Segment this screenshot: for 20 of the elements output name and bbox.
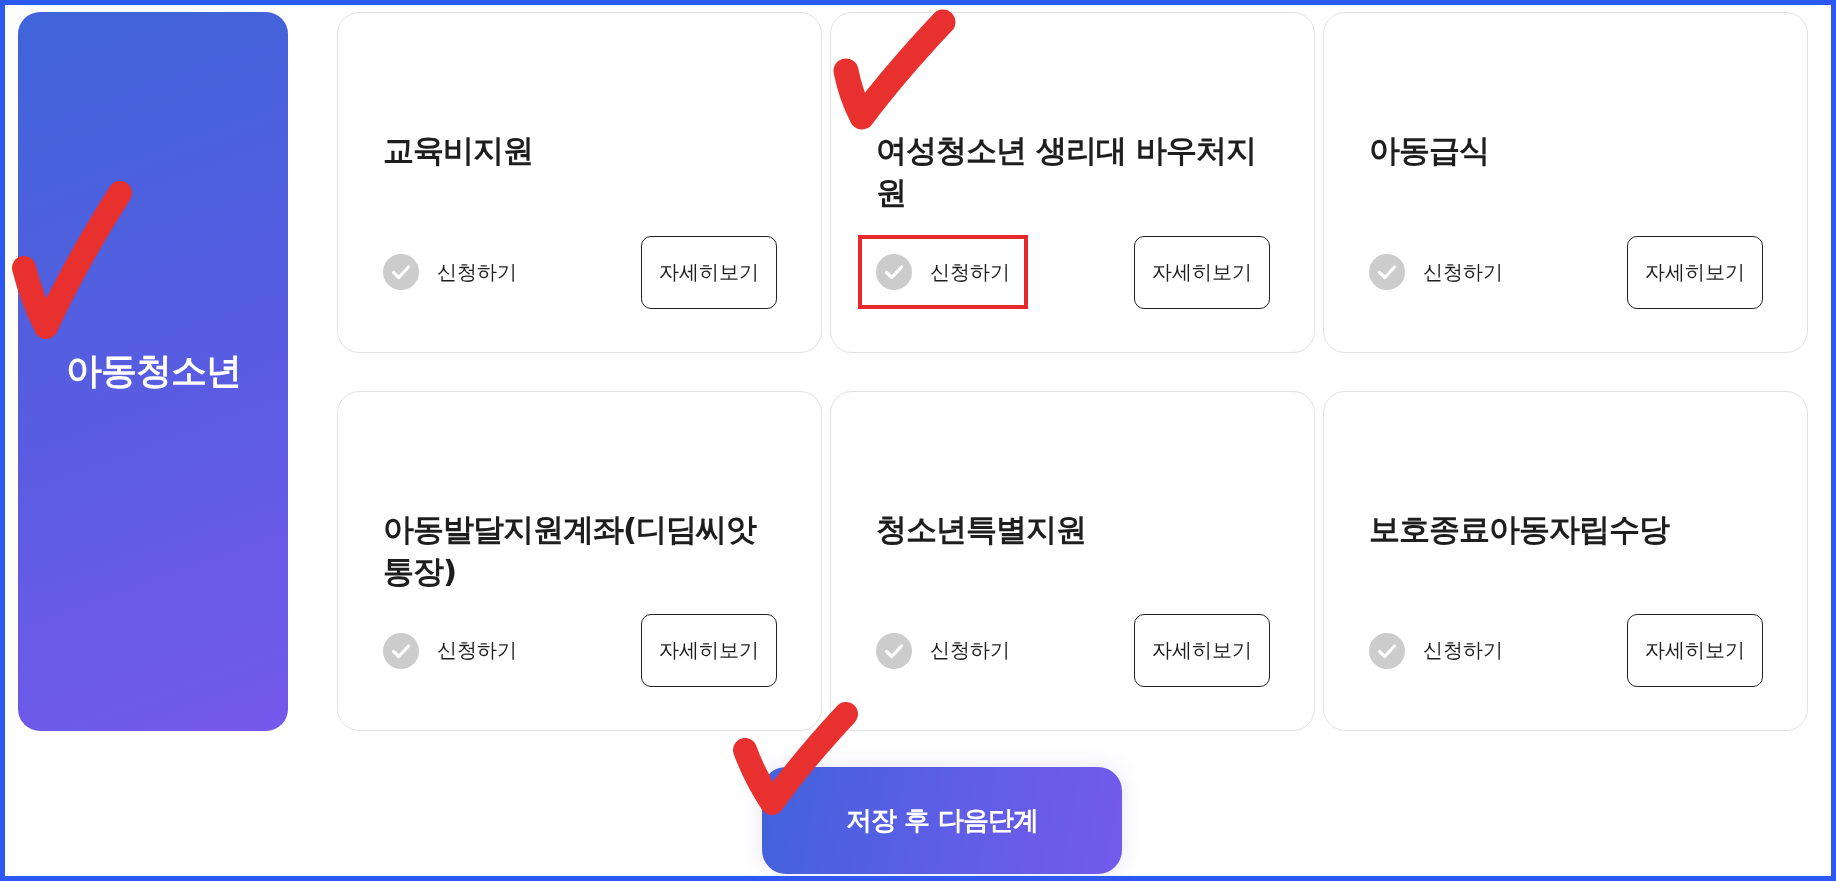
apply-checkbox[interactable]: 신청하기 [1369,632,1503,669]
details-button[interactable]: 자세히보기 [1627,235,1763,309]
category-title: 아동청소년 [65,349,241,393]
details-button[interactable]: 자세히보기 [641,235,777,309]
details-button[interactable]: 자세히보기 [1134,235,1270,309]
details-button[interactable]: 자세히보기 [1627,614,1763,687]
save-next-button[interactable]: 저장 후 다음단계 [762,767,1122,874]
apply-checkbox[interactable]: 신청하기 [1369,254,1503,290]
details-button[interactable]: 자세히보기 [641,614,777,687]
card-title: 여성청소년 생리대 바우처지원 [876,131,1257,212]
apply-checkbox[interactable]: 신청하기 [383,254,517,290]
card-title: 교육비지원 [383,131,534,170]
apply-checkbox[interactable]: 신청하기 [876,254,1010,290]
apply-checkbox[interactable]: 신청하기 [876,632,1010,669]
card-title: 청소년특별지원 [876,509,1087,549]
card-title: 보호종료아동자립수당 [1369,509,1671,549]
details-button[interactable]: 자세히보기 [1134,614,1270,687]
apply-checkbox[interactable]: 신청하기 [383,632,517,669]
card-title: 아동급식 [1369,131,1490,170]
card-title: 아동발달지원계좌(디딤씨앗통장) [383,509,758,591]
